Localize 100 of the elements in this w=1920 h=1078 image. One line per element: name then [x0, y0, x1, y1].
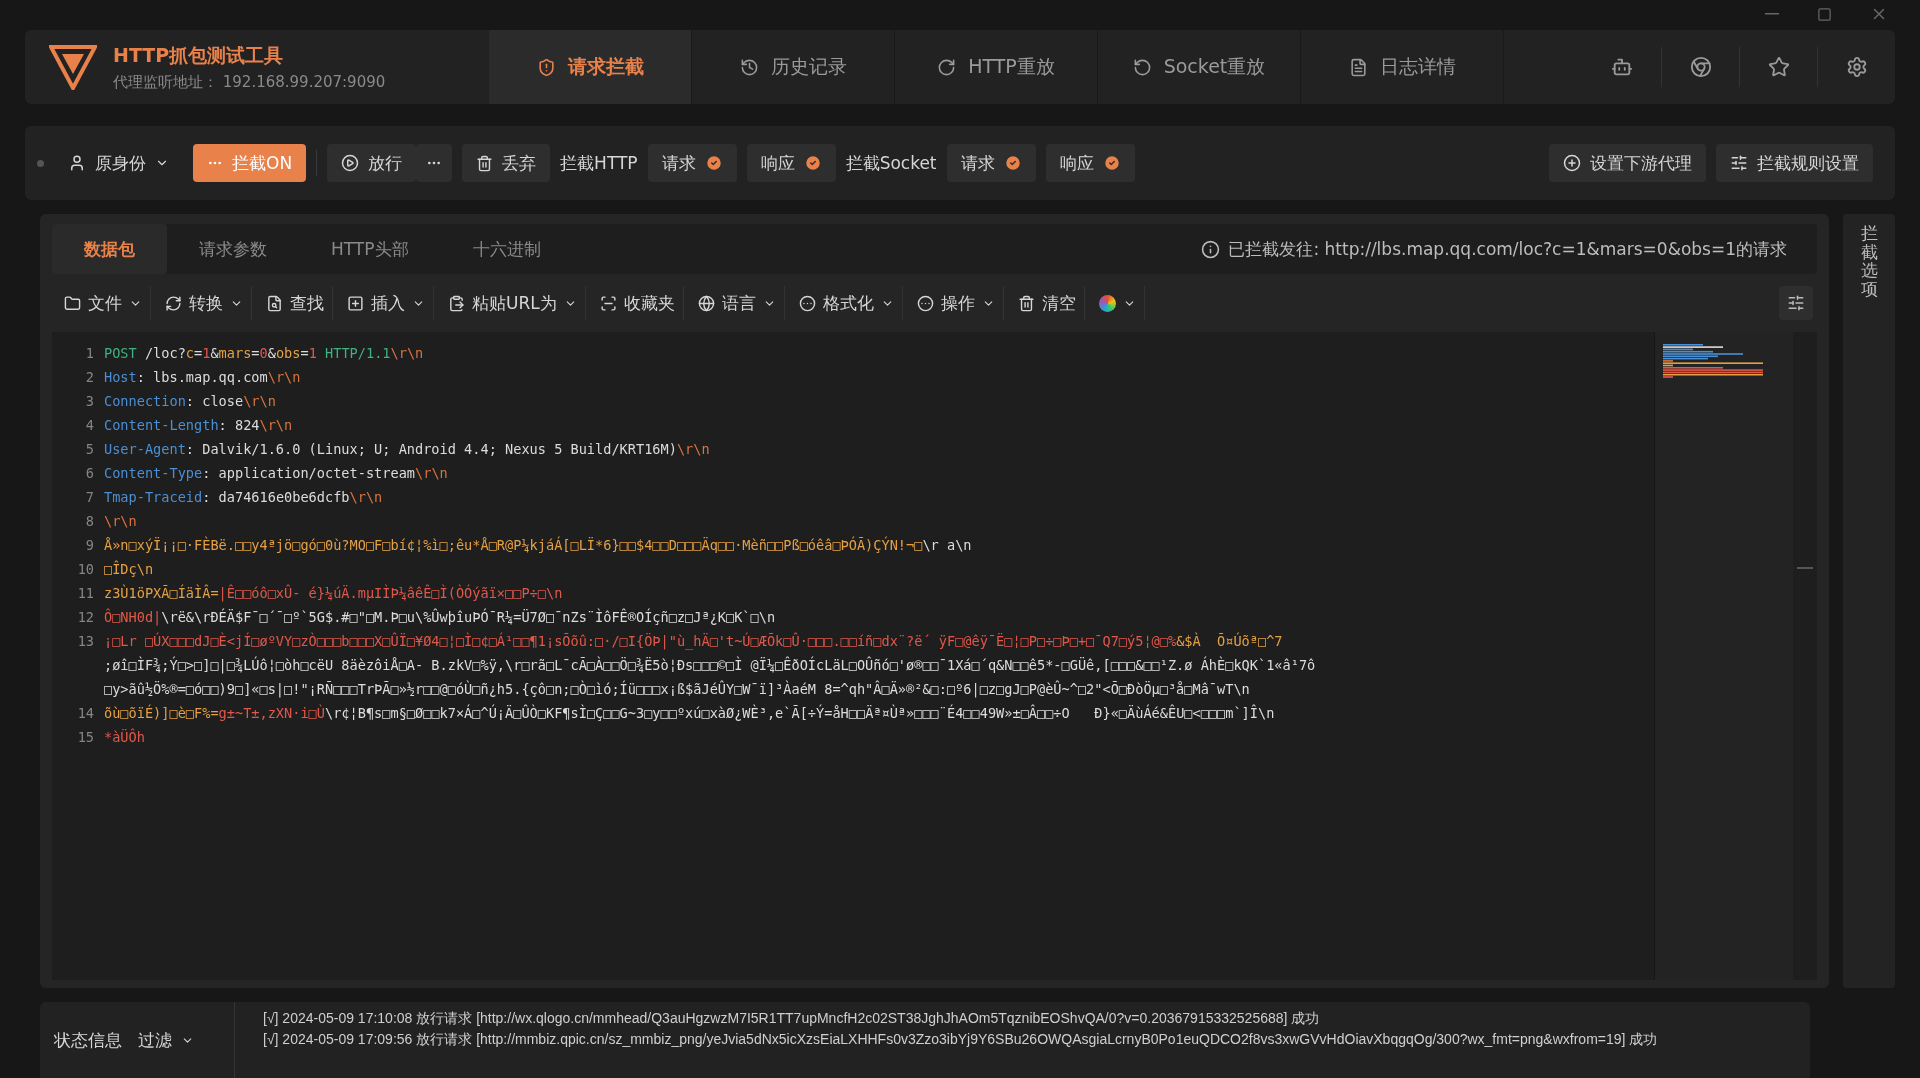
line-number: 10 [76, 561, 95, 577]
intercept-label: 拦截HTTP [560, 151, 638, 175]
intercept-option[interactable]: 响应 [1045, 144, 1135, 182]
scan-icon [599, 294, 617, 312]
line-number: 1 [84, 345, 95, 361]
line-number: 4 [84, 417, 95, 433]
code-line: Host: lbs.map.qq.com\r\n [104, 369, 301, 385]
sub-tab[interactable]: HTTP头部 [299, 224, 441, 274]
editor-tool-button[interactable]: 转换 [157, 286, 252, 320]
nav-tab[interactable]: 日志详情 [1301, 30, 1504, 104]
globe-icon [697, 294, 715, 312]
app-title: HTTP抓包测试工具 [113, 42, 285, 68]
refresh-icon [165, 294, 182, 312]
release-button[interactable]: 放行 [327, 144, 417, 182]
sliders-icon [1730, 154, 1748, 172]
intercept-option[interactable]: 请求 [647, 144, 737, 182]
sub-tab[interactable]: 请求参数 [167, 224, 299, 274]
code-line: User-Agent: Dalvik/1.6.0 (Linux; U; Android 4.4; Nexus 5 Build/KRT16M)\r\n [104, 441, 710, 457]
logo-icon [49, 44, 97, 90]
code-line: \r\n [104, 513, 137, 529]
code-line: õù□õïÉ)]□è□F%=g±~T±‚zXN·i□Ù\r¢¦B¶s□m§□Ø□□k7×Á□^Ú¡Ä□ÛÒ□KF¶sÌ□Ç□□G~3□y□□ºxú□xàØ¿WÈ³,e`Ã[÷Ý=åH□□Äª¤Ùª»□□□¨É4□□49W»±□Â□□÷O Ð}«□ÄùÁé&ÊU□<□□□m`]Î\n [104, 705, 1275, 721]
editor-tool-button[interactable]: 格式化 [790, 286, 903, 320]
dots-icon [916, 294, 934, 312]
code-line: Content-Type: application/octet-stream\r\n [104, 465, 448, 481]
line-number: 6 [84, 465, 95, 481]
check-icon [803, 154, 822, 172]
play-icon [341, 154, 360, 172]
sub-tab[interactable]: 数据包 [52, 224, 167, 274]
intercept-label: 拦截Socket [845, 151, 937, 175]
nav-tab[interactable]: 历史记录 [692, 30, 895, 104]
nav-tab[interactable]: 请求拦截 [489, 30, 692, 104]
history-icon [739, 57, 759, 77]
sub-tab[interactable]: 十六进制 [440, 224, 573, 274]
trash-icon [1017, 294, 1035, 312]
status-dot [37, 159, 44, 167]
intercept-option[interactable]: 请求 [946, 144, 1036, 182]
plus-icon [347, 294, 364, 312]
proxy-address: 代理监听地址： 192.168.99.207:9090 [113, 72, 386, 92]
code-line: Å»n□xýÏ¡¡□·FÈBë.□□y4ªjö□gó□0ù?MO□F□bí¢¦%ì□;êu*Å□R@P¼kjáÁ[□LÏ*6}□□$4□□D□□□Äq□□·Mèñ□□Pß□óêâ□ÞÓÃ)ÇÝN!¬□\r a\n [104, 537, 972, 553]
shield-icon [536, 57, 556, 77]
nav-tab[interactable]: Socket重放 [1098, 30, 1301, 104]
editor-tool-button[interactable]: 查找 [258, 286, 333, 320]
upstream-proxy-button[interactable]: 设置下游代理 [1549, 144, 1706, 182]
log-entry: [√] 2024-05-09 17:10:08 放行请求 [http://wx.qlogo.cn/mmhead/Q3auHgzwzM7I5R1TT7upMncfH2c02ST38JghJhAOm5TqznibEOShvQA/0?v=0.20367915332525688] 成功 [263, 1010, 1321, 1028]
identity-dropdown[interactable]: 原身份 [54, 144, 183, 182]
check-icon [1003, 154, 1022, 172]
editor-tool-button[interactable]: 清空 [1009, 286, 1085, 320]
check-icon [1102, 154, 1121, 172]
dots-icon [798, 294, 816, 312]
maximize-icon [1817, 6, 1832, 22]
code-line: Content-Length: 824\r\n [104, 417, 293, 433]
code-line: ;øî□ÌF¾;Ý□>□]□|□¾LÚô¦□òh□cëU 8äèzôiÅ□A- B.zkV□%ÿ‚\r□rã□L¯cÃ□À□□Ö□¾Ë5ò¦Ðs□□□©□Ì @Ï¼□ÊðOÍcLäL□OÛñó□'ø®□□¯1Xá□´q&N□□ê5*-□GÜê‚[□□□&□□¹Z.ø ÁhÈ□kQK`1«â¹7ô [104, 657, 1316, 673]
check-icon [704, 154, 723, 172]
trash-icon [476, 154, 494, 172]
editor-tool-button[interactable]: 插入 [339, 286, 434, 320]
editor-tool-button[interactable]: 收藏夹 [591, 286, 684, 320]
editor-tool-button[interactable]: 文件 [56, 286, 151, 320]
code-line: □y>ãû½Ö%®=□ó□□)9□]«□s|□!"¡RÑ□□□TrÞÃ□»½r□□@□óÙ□ñ¿h5.{çô□n;□Ò□ìó;Íü□□□x¡ß$ãJéÛY□W¯ï]³ÀaéM 8=^qh"Â□Ä»®²&□:□º6|□z□gJ□P@èÛ~^□2"<Õ□ÐòÖµ□³å□Mâ¯wT\n [104, 681, 1250, 697]
editor-tool-button[interactable]: 语言 [689, 286, 785, 320]
line-number: 3 [84, 393, 95, 409]
clipboard-icon [448, 294, 465, 312]
line-number: 5 [84, 441, 95, 457]
plus-icon [1563, 154, 1581, 172]
code-line: Ô□NH0d|\rë&\rÐÉÄ$F¯□´¯□º`5G$.#□"□M.Þ□u\%ÛwþîuÞÓ¯R¼=Ü7Ø□¯nZs¨ÌôFÊ®OÍçñ□z□Jª¿K□K`□\n [104, 609, 776, 625]
line-number: 13 [76, 633, 95, 649]
line-number: 11 [76, 585, 95, 601]
status-tab[interactable]: 状态信息 [54, 1028, 122, 1052]
line-number: 15 [76, 729, 95, 745]
rules-button[interactable]: 拦截规则设置 [1716, 144, 1873, 182]
code-line: Tmap-Traceid: da74616e0be6dcfb\r\n [104, 489, 383, 505]
line-number: 8 [84, 513, 95, 529]
scrollbar-thumb[interactable] [1797, 567, 1813, 569]
line-number: 12 [76, 609, 95, 625]
editor-tool-button[interactable]: 粘贴URL为 [440, 286, 586, 320]
search-icon [266, 294, 283, 312]
code-line: □ÎDç\n [104, 561, 154, 577]
log-entry: [√] 2024-05-09 17:09:56 放行请求 [http://mmbiz.qpic.cn/sz_mmbiz_png/yeJvia5dNx5icXzsEiaLXHHFs0v3Zzo3ibYj9Y6SBu26OWQAsgiaLcrnyB0Po1euQDCO2f8vs3xwGVvHdOiavXbqgqOg/300?wx_fmt=png&wxfrom=19] 成功 [263, 1031, 1658, 1049]
discard-button[interactable]: 丢弃 [462, 144, 551, 182]
nav-tab[interactable]: HTTP重放 [895, 30, 1098, 104]
refresh-icon [937, 57, 957, 77]
code-line: ¡□Lr □ÚX□□□dJ□È<jÍ□øºVY□zÒ□□□b□□□X□ÛÏ□¥Ø4□¦□Ì□¢□Á¹□□¶1¡sÕõû:□·/□I{ÖÞ|"ù_hÄ□'t~Ú□ÆÕk□Û·□□□.□□íñ□dx¨?ë´ ÿF□@êÿ¯Ë□¦□P□÷□Þ□+□¯Q7□ý5¦@□%&$À Õ¤Úõª□^7 [104, 633, 1283, 649]
info-icon [1201, 239, 1221, 259]
intercept-option[interactable]: 响应 [746, 144, 836, 182]
line-number: 2 [84, 369, 95, 385]
code-line: *àÜÔh [104, 729, 145, 745]
sliders-icon[interactable] [1779, 286, 1813, 320]
line-number: 9 [84, 537, 95, 553]
intercept-notice: 已拦截发往: http://lbs.map.qq.com/loc?c=1&mars=0&obs=1的请求 [1228, 237, 1787, 261]
document-icon [1348, 57, 1368, 77]
side-tab[interactable]: 拦截选项 [1860, 224, 1878, 299]
folder-icon [64, 294, 81, 312]
line-number: 7 [84, 489, 95, 505]
rotate-icon [1132, 57, 1152, 77]
code-line: z3Ù1öPXÃ□ÍäÌÂ=|Ê□□óô□xÛ- é}¼úÄ.mµIÌÞ¼âêÊ□Ì(ÒÓýãï×□□P÷□\n [104, 585, 563, 601]
line-number: 14 [76, 705, 95, 721]
color-wheel-icon [1098, 294, 1116, 312]
filter-dropdown[interactable]: 过滤 [138, 1021, 194, 1059]
code-line: POST /loc?c=1&mars=0&obs=1 HTTP/1.1\r\n [104, 345, 424, 361]
code-line: Connection: close\r\n [104, 393, 276, 409]
editor-tool-button[interactable]: 操作 [908, 286, 1004, 320]
